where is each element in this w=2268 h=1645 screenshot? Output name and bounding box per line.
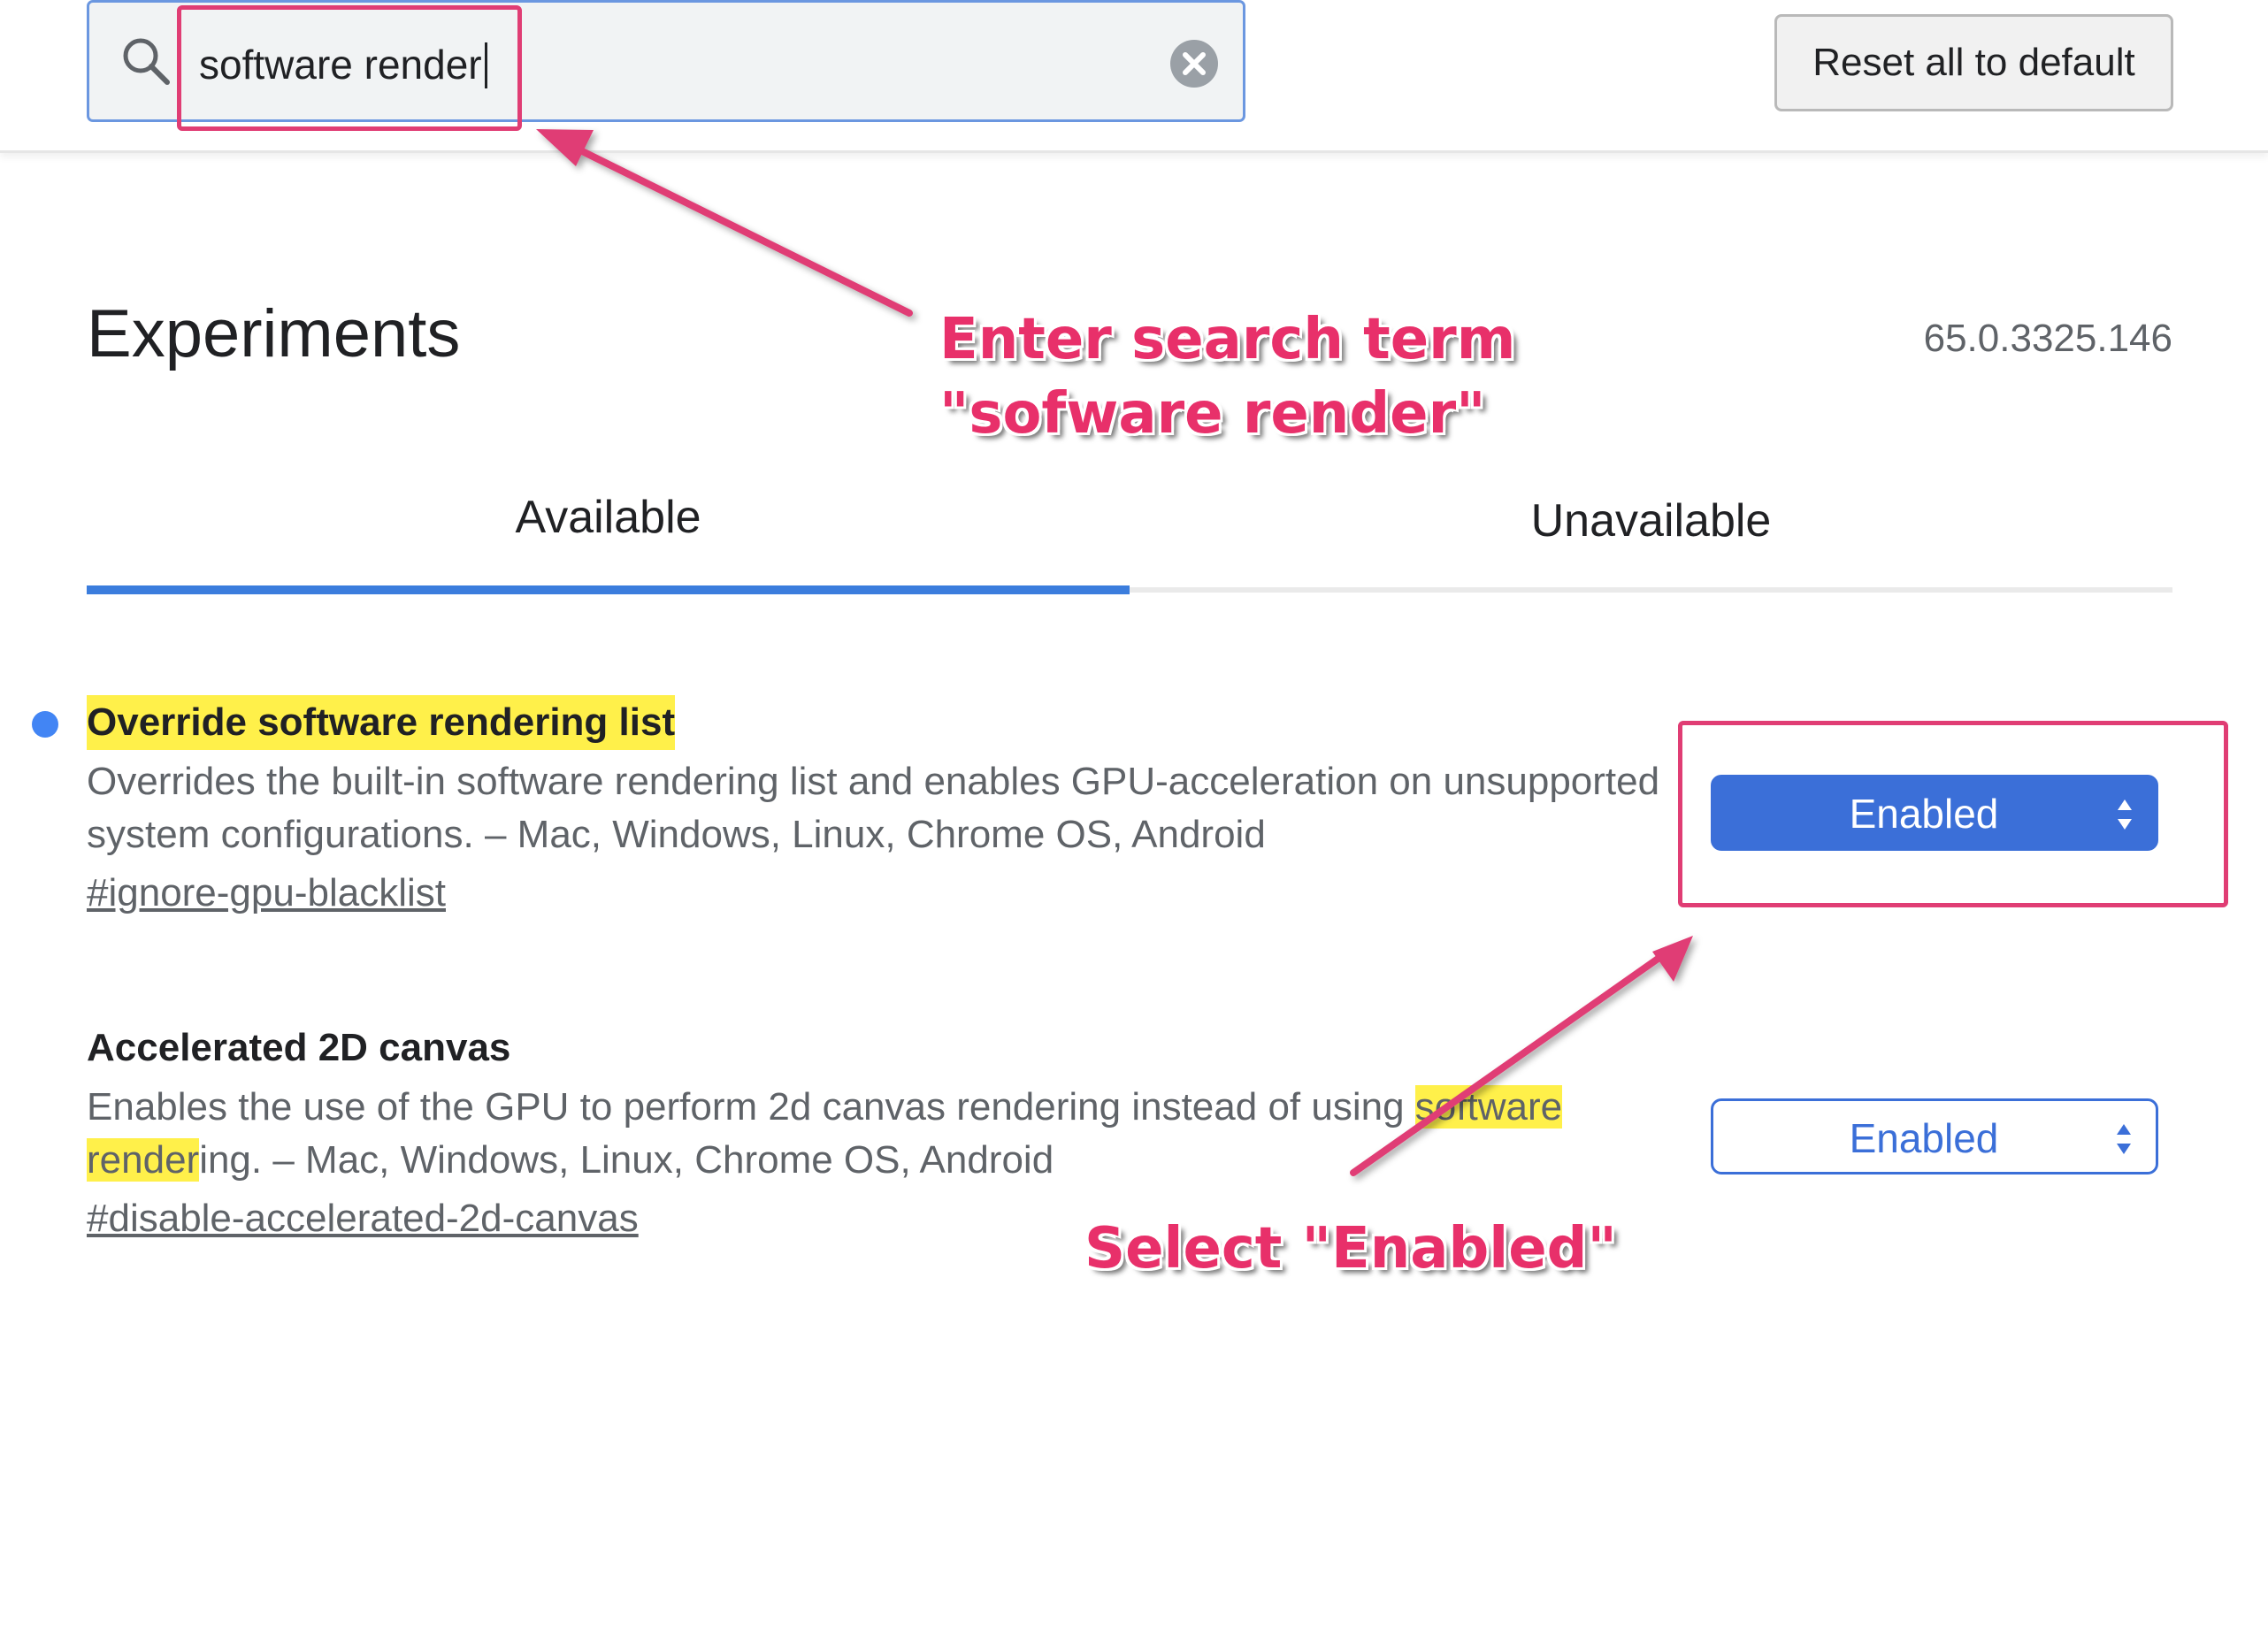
up-down-arrows-icon <box>2117 1124 2131 1154</box>
modified-dot-icon <box>32 711 58 738</box>
experiment-description: Enables the use of the GPU to perform 2d… <box>87 1081 1590 1187</box>
description-text: Enables the use of the GPU to perform 2d… <box>87 1085 1415 1129</box>
version-label: 65.0.3325.146 <box>1923 317 2172 360</box>
experiment-item: Override software rendering list Overrid… <box>32 695 1679 920</box>
select-value: Enabled <box>1849 1115 1999 1161</box>
tab-bar: Available Unavailable <box>87 478 2172 594</box>
reset-all-button[interactable]: Reset all to default <box>1774 14 2173 111</box>
close-circle-icon[interactable] <box>1168 38 1220 89</box>
experiment-select-accelerated-2d-canvas[interactable]: Enabled <box>1711 1098 2158 1174</box>
annotation-search-line-2: "sofware render" <box>939 381 1486 447</box>
experiment-description: Overrides the built-in software renderin… <box>87 760 1660 856</box>
experiment-name: Accelerated 2D canvas <box>87 1026 511 1069</box>
annotation-search-line-1: Enter search term <box>939 307 1516 372</box>
tab-available[interactable]: Available <box>87 478 1130 589</box>
page-title: Experiments <box>87 296 461 371</box>
search-icon <box>123 38 170 85</box>
tab-unavailable[interactable]: Unavailable <box>1130 481 2172 593</box>
search-callout-box <box>177 5 522 131</box>
tab-active-indicator <box>87 585 1130 594</box>
arrow-to-search-icon <box>536 129 913 317</box>
experiment-permalink[interactable]: #ignore-gpu-blacklist <box>87 867 446 920</box>
description-text: ing. – Mac, Windows, Linux, Chrome OS, A… <box>199 1138 1054 1182</box>
annotation-select: Select "Enabled" <box>1084 1216 1617 1282</box>
experiment-name: Override software rendering list <box>87 695 676 750</box>
select-callout-box <box>1678 721 2228 907</box>
experiment-permalink[interactable]: #disable-accelerated-2d-canvas <box>87 1192 639 1245</box>
